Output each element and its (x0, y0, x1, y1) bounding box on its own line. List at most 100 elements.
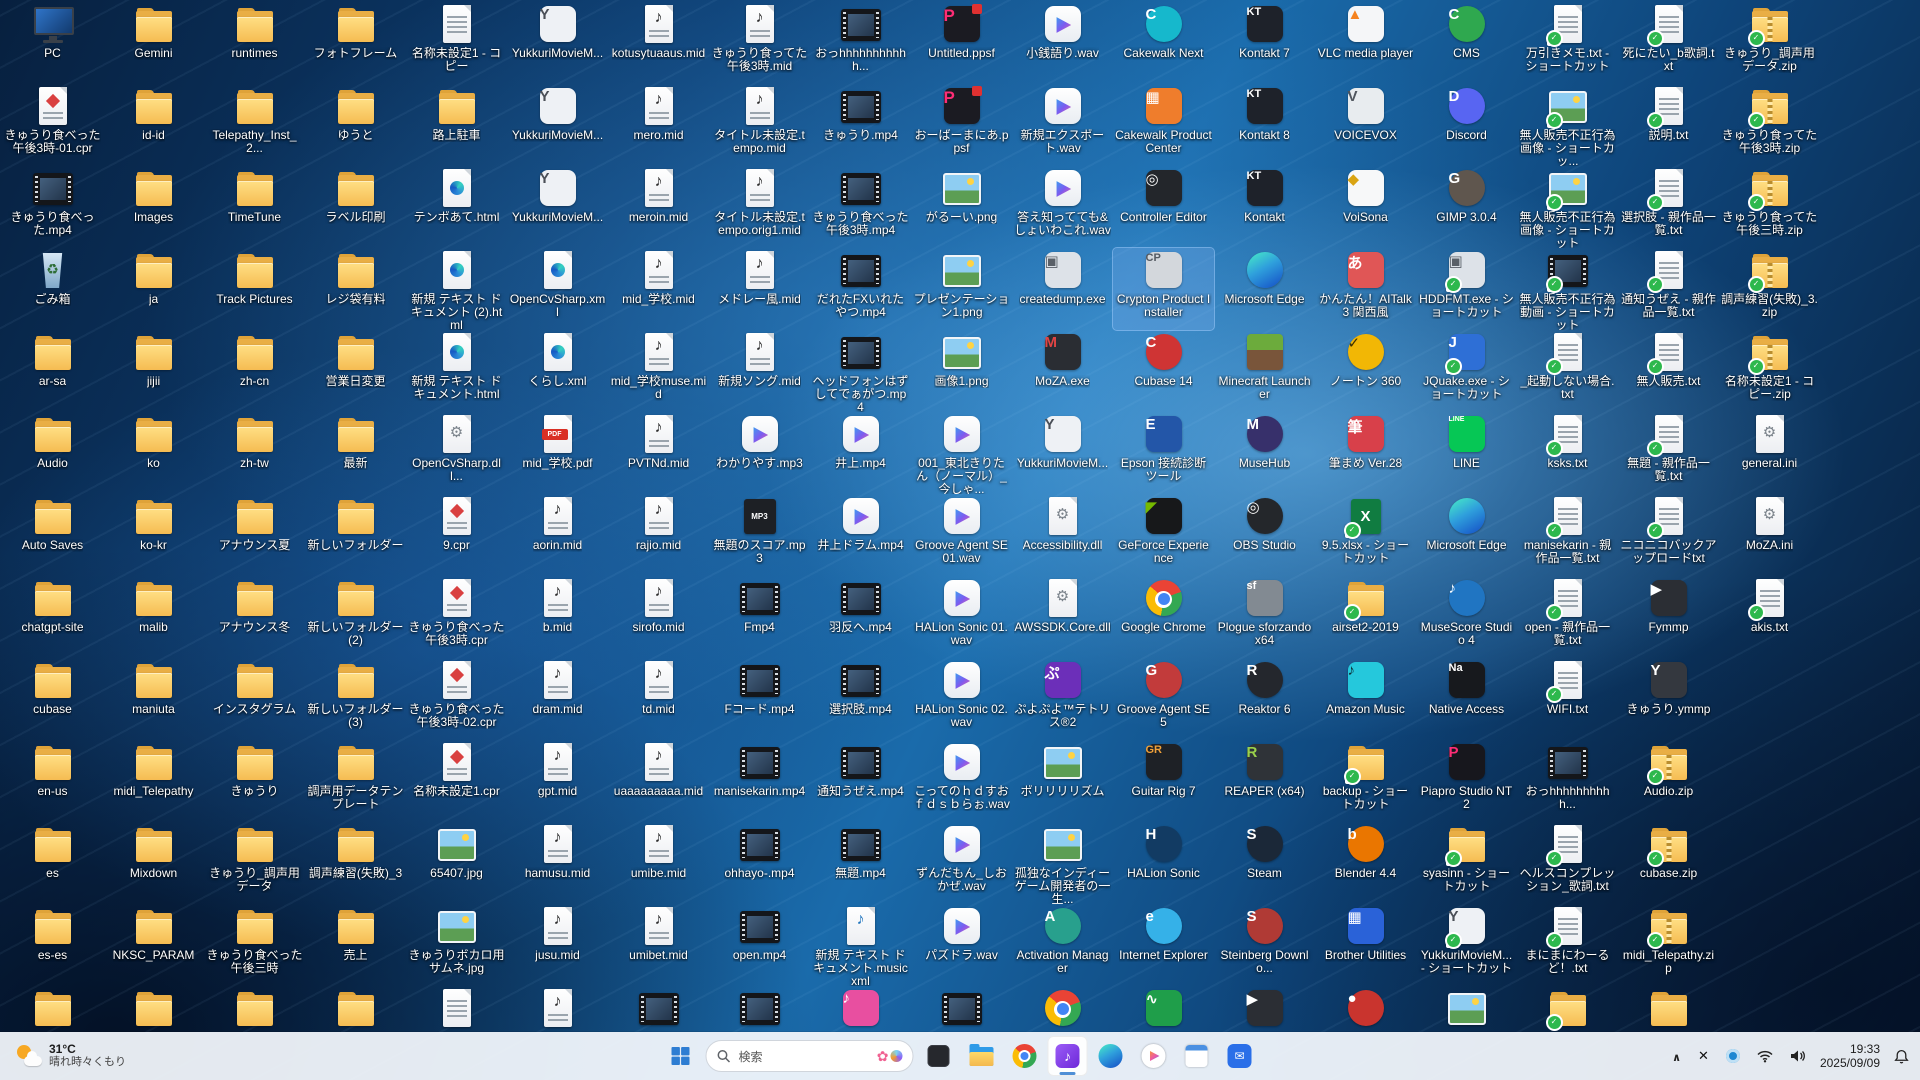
desktop-icon[interactable] (608, 986, 709, 1032)
desktop-icon[interactable]: CCakewalk Next (1113, 2, 1214, 84)
desktop-icon[interactable]: プレゼンテーション1.png (911, 248, 1012, 330)
start-button[interactable] (661, 1036, 701, 1076)
desktop-icon[interactable] (305, 986, 406, 1032)
desktop-icon[interactable]: Yきゅうり.ymmp (1618, 658, 1719, 740)
desktop-icon[interactable]: ✓Audio.zip (1618, 740, 1719, 822)
desktop-icon[interactable]: ♪td.mid (608, 658, 709, 740)
desktop-icon[interactable]: ♪メドレー風.mid (709, 248, 810, 330)
desktop-icon[interactable]: OpenCvSharp.xml (507, 248, 608, 330)
desktop-icon[interactable]: きゅうり食べった.mp4 (2, 166, 103, 248)
desktop-icon[interactable]: ja (103, 248, 204, 330)
desktop-icon[interactable]: パズドラ.wav (911, 904, 1012, 986)
desktop-icon[interactable]: KTKontakt 8 (1214, 84, 1315, 166)
desktop-icon[interactable]: ⚙general.ini (1719, 412, 1820, 494)
desktop-icon[interactable]: 65407.jpg (406, 822, 507, 904)
desktop-icon[interactable]: Track Pictures (204, 248, 305, 330)
desktop-icon[interactable]: ▦Brother Utilities (1315, 904, 1416, 986)
desktop-icon[interactable]: manisekarin.mp4 (709, 740, 810, 822)
desktop-icon[interactable]: ✓akis.txt (1719, 576, 1820, 658)
desktop-icon[interactable]: KTKontakt 7 (1214, 2, 1315, 84)
desktop-icon[interactable]: ↗✓無人販売不正行為画像 - ショートカット (1517, 166, 1618, 248)
desktop-icon[interactable]: J↗✓JQuake.exe - ショートカット (1416, 330, 1517, 412)
desktop-icon[interactable]: ♪mid_学校muse.mid (608, 330, 709, 412)
desktop-icon[interactable]: GGIMP 3.0.4 (1416, 166, 1517, 248)
desktop-icon[interactable]: ♻ごみ箱 (2, 248, 103, 330)
desktop-icon[interactable]: テンポあて.html (406, 166, 507, 248)
desktop-icon[interactable]: ▦Cakewalk Product Center (1113, 84, 1214, 166)
desktop-icon[interactable]: GGroove Agent SE 5 (1113, 658, 1214, 740)
desktop-icon[interactable]: きゅうりボカロ用サムネ.jpg (406, 904, 507, 986)
tray-hidden-app-icon-x[interactable]: ✕ (1695, 1045, 1712, 1067)
desktop-icon[interactable]: 井上.mp4 (810, 412, 911, 494)
desktop-icon[interactable]: あかんたん！AITalk 3 関西風 (1315, 248, 1416, 330)
desktop-icon[interactable]: 画像1.png (911, 330, 1012, 412)
desktop-icon[interactable]: MMoZA.exe (1012, 330, 1113, 412)
desktop-icon[interactable]: ♪kotusytuaaus.mid (608, 2, 709, 84)
desktop-icon[interactable]: ✓まにまにわーるど！.txt (1517, 904, 1618, 986)
desktop-icon[interactable]: ∿ (1113, 986, 1214, 1032)
desktop-icon[interactable]: sfPlogue sforzando x64 (1214, 576, 1315, 658)
desktop-icon[interactable]: Pおーばーまにあ.ppsf (911, 84, 1012, 166)
desktop-icon[interactable]: きゅうり食べった午後3時-02.cpr (406, 658, 507, 740)
desktop-icon[interactable] (709, 986, 810, 1032)
desktop-icon[interactable]: ◤GeForce Experience (1113, 494, 1214, 576)
desktop-icon[interactable]: ♪rajio.mid (608, 494, 709, 576)
desktop-icon[interactable]: chatgpt-site (2, 576, 103, 658)
desktop-icon[interactable]: RReaktor 6 (1214, 658, 1315, 740)
desktop-icon[interactable]: ✓open - 親作品一覧.txt (1517, 576, 1618, 658)
desktop-icon[interactable]: 名称未設定1.cpr (406, 740, 507, 822)
desktop-icon[interactable] (2, 986, 103, 1032)
desktop-icon[interactable]: ✓無題 - 親作品一覧.txt (1618, 412, 1719, 494)
desktop-icon[interactable]: きゅうり食べった午後三時 (204, 904, 305, 986)
desktop-icon[interactable]: きゅうり.mp4 (810, 84, 911, 166)
desktop-icon[interactable]: ▣createdump.exe (1012, 248, 1113, 330)
desktop-icon[interactable]: ♪PVTNd.mid (608, 412, 709, 494)
desktop-icon[interactable]: eInternet Explorer (1113, 904, 1214, 986)
desktop-icon[interactable] (911, 986, 1012, 1032)
desktop-icon[interactable]: ♪meroin.mid (608, 166, 709, 248)
desktop-icon[interactable]: id-id (103, 84, 204, 166)
desktop-icon[interactable]: Audio (2, 412, 103, 494)
desktop-icon[interactable]: SSteam (1214, 822, 1315, 904)
desktop-icon[interactable]: ♪Amazon Music (1315, 658, 1416, 740)
desktop-icon[interactable]: ♪ (810, 986, 911, 1032)
desktop-icon[interactable]: ◎Controller Editor (1113, 166, 1214, 248)
desktop-icon[interactable]: VVOICEVOX (1315, 84, 1416, 166)
desktop-icon[interactable]: ✓ksks.txt (1517, 412, 1618, 494)
desktop-icon[interactable]: きゅうり食べった午後3時.cpr (406, 576, 507, 658)
desktop-icon[interactable]: ▶Fymmp (1618, 576, 1719, 658)
desktop-icon[interactable]: 営業日変更 (305, 330, 406, 412)
desktop-icon[interactable]: PUntitled.ppsf (911, 2, 1012, 84)
desktop-icon[interactable]: ✓きゅうり食ってた午後3時.zip (1719, 84, 1820, 166)
desktop-icon[interactable]: ゆうと (305, 84, 406, 166)
desktop-icon[interactable]: ぷぷよぷよ™テトリス®2 (1012, 658, 1113, 740)
desktop-icon[interactable]: ✓midi_Telepathy.zip (1618, 904, 1719, 986)
desktop-icon[interactable]: 孤独なインディーゲーム開発者の一生... (1012, 822, 1113, 904)
desktop-icon[interactable]: Microsoft Edge (1416, 494, 1517, 576)
desktop-icon[interactable]: ⚙Accessibility.dll (1012, 494, 1113, 576)
desktop-icon[interactable]: PDFmid_学校.pdf (507, 412, 608, 494)
desktop-icon[interactable]: ↗✓syasinn - ショートカット (1416, 822, 1517, 904)
desktop-icon[interactable]: YYukkuriMovieM... (507, 2, 608, 84)
desktop-icon[interactable]: ヘッドフォンはずしてでぁがつ.mp4 (810, 330, 911, 412)
desktop-icon[interactable]: MP3無題のスコア.mp3 (709, 494, 810, 576)
desktop-icon[interactable]: インスタグラム (204, 658, 305, 740)
notification-bell-icon[interactable] (1891, 1046, 1912, 1067)
desktop-icon[interactable]: ♪jusu.mid (507, 904, 608, 986)
desktop-icon[interactable]: 新しいフォルダー (3) (305, 658, 406, 740)
desktop-icon[interactable]: zh-cn (204, 330, 305, 412)
desktop-icon[interactable] (406, 986, 507, 1032)
desktop-icon[interactable]: ♪sirofo.mid (608, 576, 709, 658)
desktop-icon[interactable]: ♪新規 テキスト ドキュメント.musicxml (810, 904, 911, 986)
desktop-icon[interactable]: 無題.mp4 (810, 822, 911, 904)
desktop-icon[interactable]: 路上駐車 (406, 84, 507, 166)
desktop-icon[interactable]: ▣↗✓HDDFMT.exe - ショートカット (1416, 248, 1517, 330)
desktop-icon[interactable]: CPCrypton Product Installer (1113, 248, 1214, 330)
desktop-icon[interactable]: ✓ノートン 360 (1315, 330, 1416, 412)
desktop-icon[interactable]: Telepathy_Inst_2... (204, 84, 305, 166)
desktop-icon[interactable]: CCMS (1416, 2, 1517, 84)
desktop-icon[interactable]: ✓無人販売.txt (1618, 330, 1719, 412)
desktop-icon[interactable]: ✓ヘルスコンプレッション_歌詞.txt (1517, 822, 1618, 904)
active-app-icon[interactable]: ♪ (1048, 1036, 1088, 1076)
desktop-icon[interactable]: おっhhhhhhhhhh... (1517, 740, 1618, 822)
